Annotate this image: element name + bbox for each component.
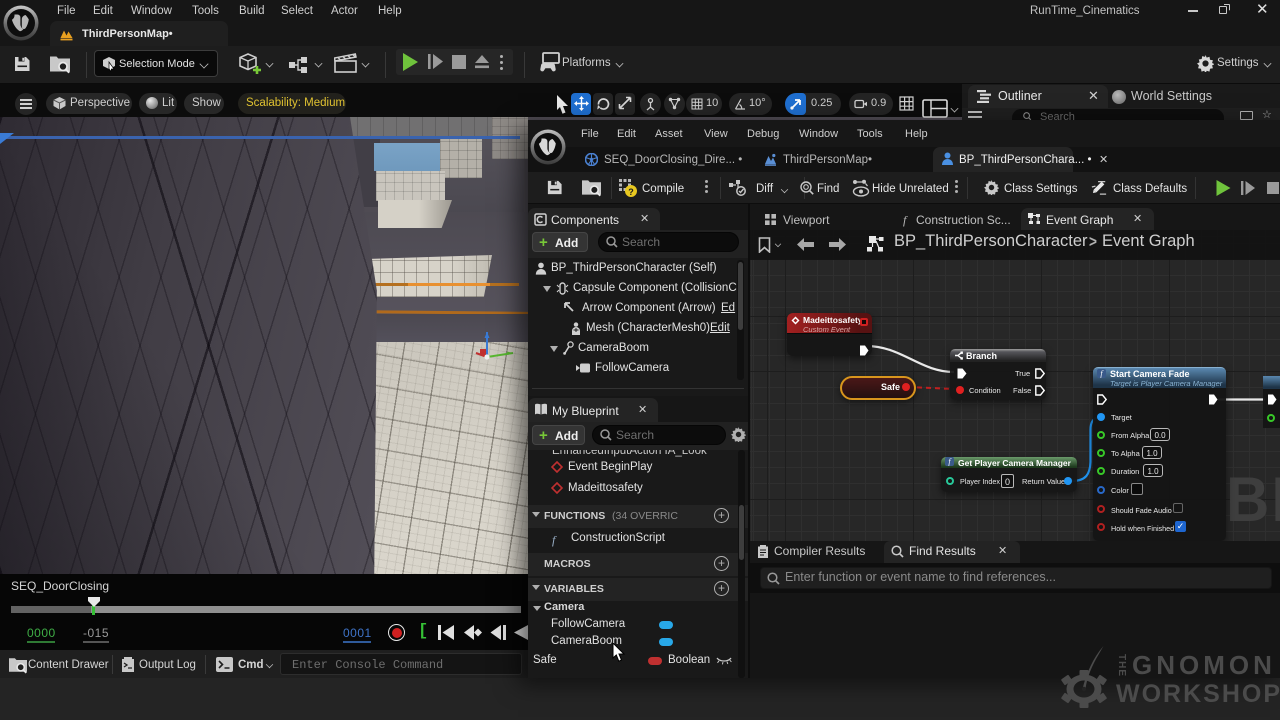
svg-text:?: ? — [628, 187, 634, 197]
